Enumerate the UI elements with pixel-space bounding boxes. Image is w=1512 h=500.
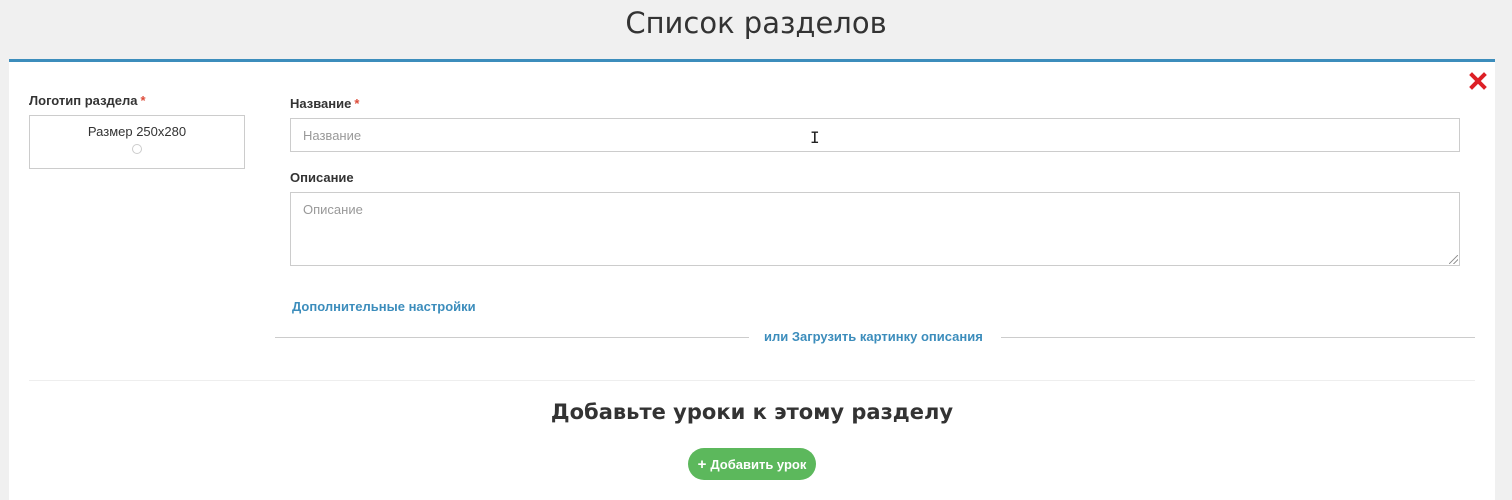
close-icon[interactable] <box>1469 72 1487 90</box>
lessons-section-title: Добавьте уроки к этому разделу <box>550 400 954 424</box>
description-label-text: Описание <box>290 170 354 185</box>
resize-handle-icon[interactable] <box>1449 255 1458 264</box>
page-title: Список разделов <box>625 6 887 40</box>
description-label: Описание <box>290 170 354 185</box>
advanced-settings-link[interactable]: Дополнительные настройки <box>292 299 476 314</box>
add-lesson-button-label: Добавить урок <box>710 456 807 472</box>
name-label: Название * <box>290 96 359 111</box>
section-divider <box>29 380 1475 381</box>
plus-icon: + <box>697 455 707 473</box>
logo-size-hint: Размер 250x280 <box>87 124 187 139</box>
logo-label-text: Логотип раздела <box>29 93 138 108</box>
description-input[interactable] <box>290 192 1460 266</box>
logo-label: Логотип раздела * <box>29 93 146 108</box>
add-lesson-button[interactable]: + Добавить урок <box>688 448 816 480</box>
required-mark: * <box>354 96 360 111</box>
section-form-panel: Логотип раздела * Размер 250x280 Название… <box>9 59 1495 500</box>
name-input[interactable] <box>290 118 1460 152</box>
description-field-wrapper <box>290 192 1460 266</box>
logo-upload-box[interactable]: Размер 250x280 <box>29 115 245 169</box>
upload-description-image-link[interactable]: или Загрузить картинку описания <box>764 329 983 344</box>
required-mark: * <box>140 93 146 108</box>
name-label-text: Название <box>290 96 352 111</box>
logo-radio-icon[interactable] <box>132 144 142 154</box>
divider-right <box>1001 337 1475 338</box>
divider-left <box>275 337 749 338</box>
